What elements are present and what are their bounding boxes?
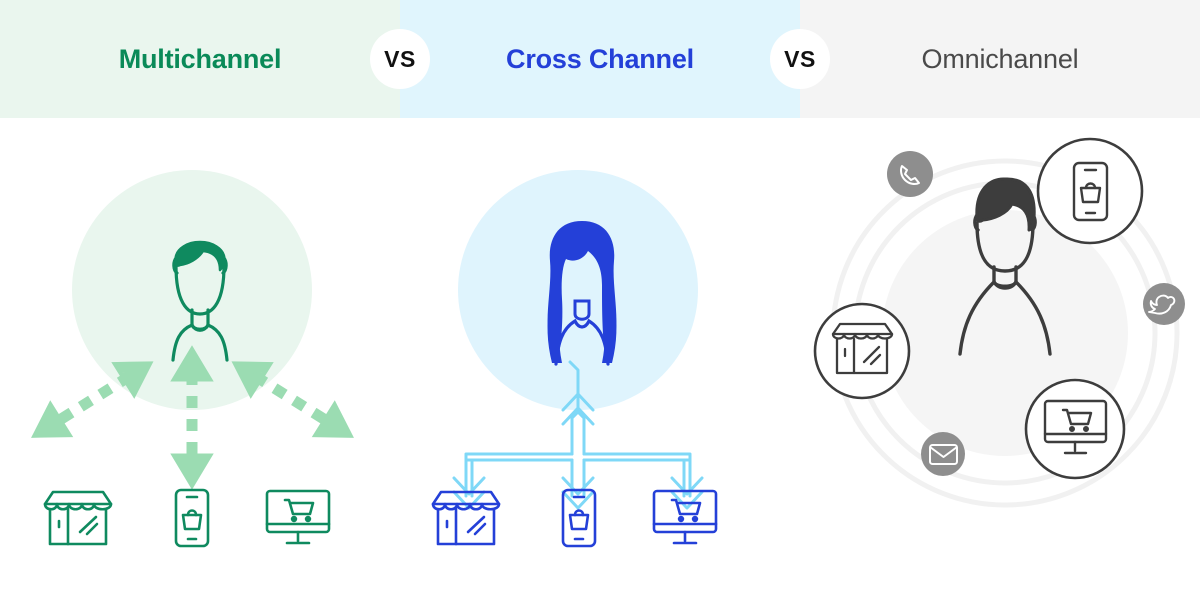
- header-panel-omnichannel: Omnichannel: [800, 0, 1200, 118]
- comparison-header: Multichannel Cross Channel Omnichannel V…: [0, 0, 1200, 118]
- header-panel-crosschannel: Cross Channel: [400, 0, 800, 118]
- omni-channel-store[interactable]: [813, 302, 911, 400]
- crosschannel-channel-icons: [400, 488, 800, 558]
- header-title-omnichannel: Omnichannel: [921, 43, 1079, 74]
- infographic-canvas: Multichannel Cross Channel Omnichannel V…: [0, 0, 1200, 598]
- omni-channel-desktop[interactable]: [1024, 378, 1126, 480]
- column-crosschannel: [400, 118, 800, 598]
- mobile-shopping-icon[interactable]: [560, 488, 598, 548]
- vs-separator-one: VS: [370, 29, 430, 89]
- omni-badge-twitter[interactable]: [1143, 283, 1185, 325]
- desktop-cart-icon[interactable]: [265, 488, 331, 548]
- multichannel-channel-icons: [0, 488, 400, 558]
- omni-badge-email[interactable]: [921, 432, 965, 476]
- omnichannel-diagram: [813, 137, 1185, 508]
- header-title-crosschannel: Cross Channel: [506, 43, 694, 74]
- store-icon[interactable]: [40, 488, 116, 548]
- mobile-shopping-icon[interactable]: [173, 488, 211, 548]
- omni-channel-mobile[interactable]: [1036, 137, 1144, 245]
- store-icon[interactable]: [428, 488, 504, 548]
- omni-badge-phone[interactable]: [887, 151, 933, 197]
- header-title-multichannel: Multichannel: [118, 43, 282, 74]
- column-multichannel: [0, 118, 400, 598]
- desktop-cart-icon[interactable]: [652, 488, 718, 548]
- vs-separator-two: VS: [770, 29, 830, 89]
- header-panel-multichannel: Multichannel: [0, 0, 400, 118]
- column-omnichannel: [800, 118, 1200, 598]
